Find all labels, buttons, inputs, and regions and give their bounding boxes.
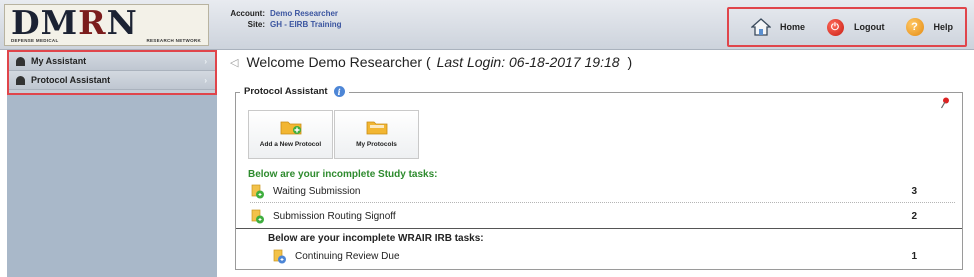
task-row-continuing-review-due[interactable]: Continuing Review Due 1: [272, 245, 955, 267]
section-divider: [236, 228, 962, 229]
power-icon-wrap: ⏻: [825, 18, 845, 36]
task-label: Submission Routing Signoff: [273, 210, 396, 222]
pin-icon[interactable]: [940, 97, 950, 109]
panel-title: Protocol Assistant i: [240, 86, 349, 97]
home-link[interactable]: Home: [751, 18, 805, 36]
site-label: Site:: [247, 20, 265, 29]
task-row-submission-routing-signoff[interactable]: Submission Routing Signoff 2: [250, 205, 955, 227]
account-value: Demo Researcher: [270, 9, 339, 18]
task-count: 3: [911, 186, 917, 197]
my-protocols-button[interactable]: My Protocols: [334, 110, 419, 159]
welcome-text: Welcome Demo Researcher (: [246, 54, 431, 70]
panel-title-text: Protocol Assistant: [244, 86, 328, 97]
last-login: Last Login: 06-18-2017 19:18: [436, 54, 620, 70]
home-label: Home: [780, 22, 806, 32]
logo-subtitle: DEFENSE MEDICAL RESEARCH NETWORK: [11, 38, 201, 43]
task-document-icon: [251, 184, 264, 199]
home-icon: [751, 18, 771, 36]
add-folder-icon: [280, 121, 301, 135]
sidebar-item-label: Protocol Assistant: [31, 75, 111, 85]
sidebar-item-my-assistant[interactable]: My Assistant ›: [9, 52, 215, 71]
tile-label: My Protocols: [356, 141, 397, 148]
help-icon: ?: [905, 18, 924, 36]
add-new-protocol-button[interactable]: Add a New Protocol: [248, 110, 333, 159]
task-label: Continuing Review Due: [295, 250, 400, 262]
logo-wordmark: DMRN: [11, 4, 138, 42]
bullet-icon: [16, 56, 25, 66]
sidebar-item-protocol-assistant[interactable]: Protocol Assistant ›: [9, 71, 215, 90]
chevron-right-icon: ›: [204, 75, 207, 85]
logout-label: Logout: [854, 22, 885, 32]
panel-title-rule: [371, 92, 963, 93]
task-row-waiting-submission[interactable]: Waiting Submission 3: [250, 181, 955, 203]
task-document-icon: [251, 209, 264, 223]
welcome-heading: ◁ Welcome Demo Researcher ( Last Login: …: [230, 54, 632, 70]
task-label: Waiting Submission: [273, 186, 361, 197]
account-info: Account: Demo Researcher Site: GH - EIRB…: [226, 8, 342, 30]
irb-tasks-heading: Below are your incomplete WRAIR IRB task…: [268, 233, 484, 244]
study-tasks-heading: Below are your incomplete Study tasks:: [248, 169, 438, 180]
help-icon-wrap: ?: [905, 18, 925, 36]
account-label: Account:: [230, 9, 265, 18]
top-header: DMRN DEFENSE MEDICAL RESEARCH NETWORK Ac…: [0, 0, 974, 50]
top-navigation: Home ⏻ Logout ? Help: [727, 7, 967, 47]
logout-link[interactable]: ⏻ Logout: [825, 18, 885, 36]
power-icon: ⏻: [826, 18, 844, 36]
sidebar-item-label: My Assistant: [31, 56, 87, 66]
chevron-right-icon: ›: [204, 56, 207, 66]
dmrn-logo[interactable]: DMRN DEFENSE MEDICAL RESEARCH NETWORK: [4, 4, 209, 46]
folder-icon: [366, 121, 387, 135]
task-document-icon: [273, 249, 286, 263]
collapse-sidebar-icon[interactable]: ◁: [230, 56, 238, 69]
bullet-icon: [16, 75, 25, 85]
info-icon[interactable]: i: [333, 86, 345, 97]
tile-label: Add a New Protocol: [259, 141, 322, 148]
site-value: GH - EIRB Training: [270, 20, 342, 29]
close-paren: ): [627, 54, 633, 70]
help-link[interactable]: ? Help: [905, 18, 954, 36]
help-label: Help: [933, 22, 954, 32]
task-count: 2: [911, 210, 917, 222]
task-count: 1: [911, 250, 917, 262]
sidebar-menu: My Assistant › Protocol Assistant ›: [7, 50, 217, 95]
